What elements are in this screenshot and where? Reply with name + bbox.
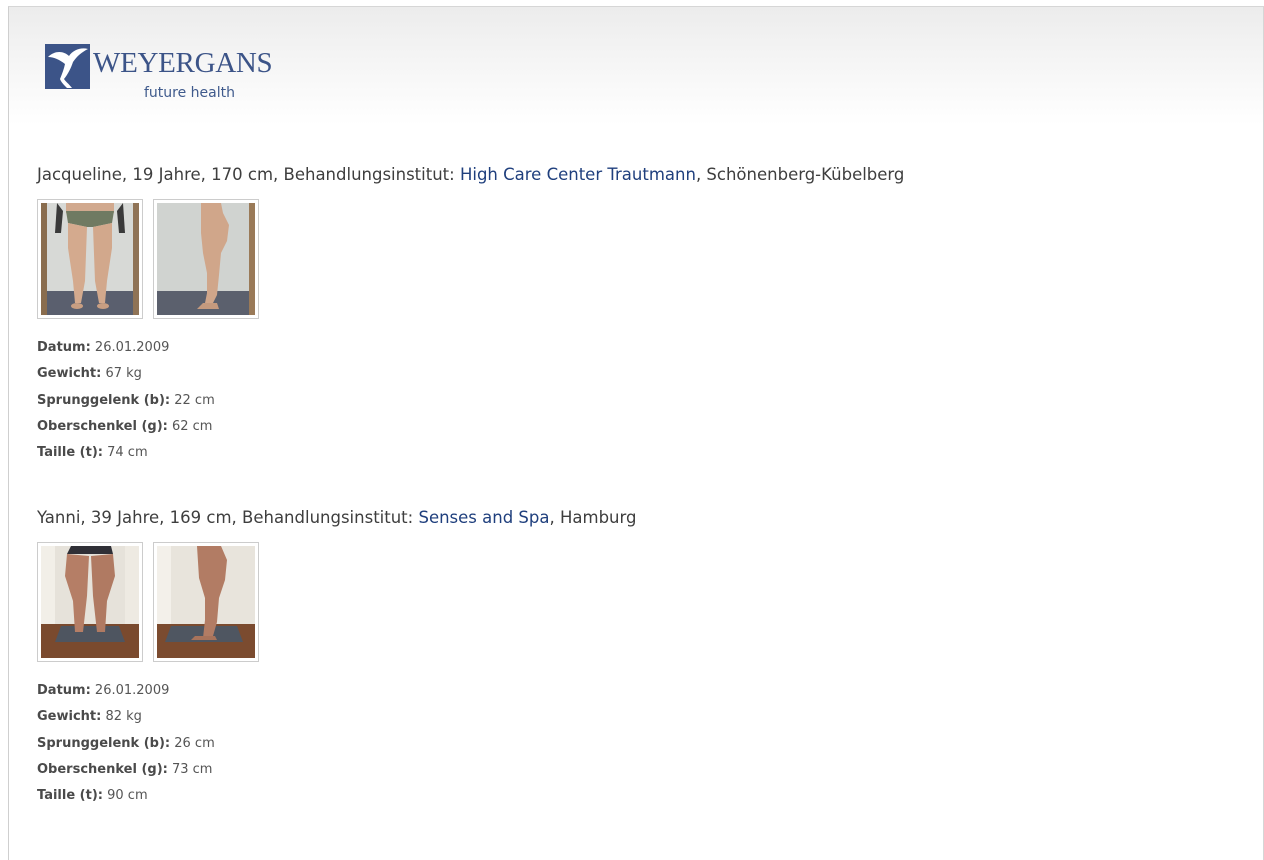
person-heading: Yanni, 39 Jahre, 169 cm, Behandlungsinst… (37, 508, 636, 528)
stat-label: Gewicht: (37, 709, 102, 725)
header: WEYERGANS future health (9, 7, 1263, 125)
testimonial-entry: Yanni, 39 Jahre, 169 cm, Behandlungsinst… (37, 508, 636, 809)
stat-label: Sprunggelenk (b): (37, 735, 171, 751)
stat-oberschenkel: Oberschenkel (g): 62 cm (37, 414, 904, 440)
stat-label: Oberschenkel (g): (37, 418, 168, 434)
stat-label: Sprunggelenk (b): (37, 392, 171, 408)
person-intro: Jacqueline, 19 Jahre, 170 cm, Behandlung… (37, 165, 455, 184)
stat-value: 26.01.2009 (94, 683, 170, 698)
side-view-photo[interactable] (153, 199, 259, 319)
stat-label: Taille (t): (37, 445, 103, 461)
stat-sprunggelenk: Sprunggelenk (b): 26 cm (37, 731, 636, 757)
logo-tagline: future health (144, 85, 235, 101)
stat-value: 82 kg (105, 709, 142, 725)
stat-taille: Taille (t): 90 cm (37, 783, 636, 809)
stat-value: 74 cm (107, 445, 148, 461)
stat-datum: Datum: 26.01.2009 (37, 678, 636, 704)
testimonial-entry: Jacqueline, 19 Jahre, 170 cm, Behandlung… (37, 165, 904, 466)
stat-value: 22 cm (174, 392, 215, 408)
stat-value: 90 cm (107, 788, 148, 804)
stat-value: 62 cm (171, 418, 213, 434)
measurements: Datum: 26.01.2009 Gewicht: 82 kg Sprungg… (37, 678, 636, 809)
stat-oberschenkel: Oberschenkel (g): 73 cm (37, 757, 636, 783)
stat-label: Gewicht: (37, 366, 102, 382)
stat-gewicht: Gewicht: 82 kg (37, 704, 636, 730)
stat-datum: Datum: 26.01.2009 (37, 335, 904, 361)
stat-value: 67 kg (105, 366, 142, 382)
stat-gewicht: Gewicht: 67 kg (37, 361, 904, 387)
page: WEYERGANS future health Jacqueline, 19 J… (8, 6, 1264, 860)
photo-gallery (37, 542, 636, 664)
stat-taille: Taille (t): 74 cm (37, 440, 904, 466)
person-intro: Yanni, 39 Jahre, 169 cm, Behandlungsinst… (37, 508, 414, 527)
front-view-photo[interactable] (37, 542, 143, 662)
bird-mark-icon (45, 44, 90, 89)
stat-sprunggelenk: Sprunggelenk (b): 22 cm (37, 388, 904, 414)
weyergans-logo[interactable]: WEYERGANS future health (45, 43, 295, 107)
institute-link[interactable]: Senses and Spa (418, 508, 549, 527)
front-view-photo[interactable] (37, 199, 143, 319)
institute-link[interactable]: High Care Center Trautmann (460, 165, 696, 184)
person-heading: Jacqueline, 19 Jahre, 170 cm, Behandlung… (37, 165, 904, 185)
measurements: Datum: 26.01.2009 Gewicht: 67 kg Sprungg… (37, 335, 904, 466)
stat-value: 73 cm (171, 761, 213, 777)
stat-label: Datum: (37, 683, 91, 698)
stat-label: Taille (t): (37, 788, 103, 804)
stat-value: 26 cm (174, 735, 215, 751)
person-location: , Hamburg (549, 508, 637, 527)
side-view-photo[interactable] (153, 542, 259, 662)
stat-label: Oberschenkel (g): (37, 761, 168, 777)
stat-value: 26.01.2009 (94, 340, 170, 355)
stat-label: Datum: (37, 340, 91, 355)
photo-gallery (37, 199, 904, 321)
logo-name: WEYERGANS (93, 47, 273, 79)
person-location: , Schönenberg-Kübelberg (695, 165, 905, 184)
